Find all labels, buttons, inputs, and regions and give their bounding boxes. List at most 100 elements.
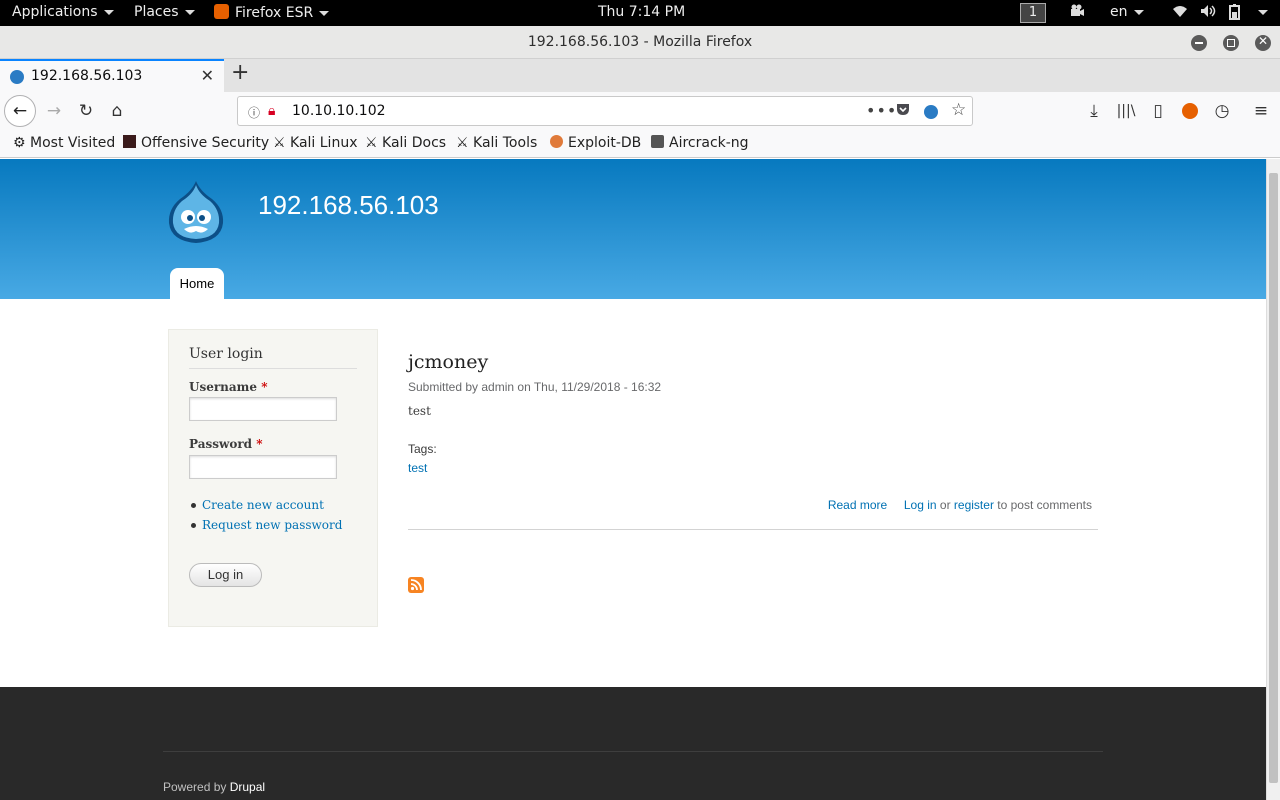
bookmark-label: Kali Linux bbox=[290, 135, 358, 151]
bookmarks-toolbar: ⚙ Most Visited Offensive Security ⚔ Kali… bbox=[0, 130, 1280, 158]
window-title: 192.168.56.103 - Mozilla Firefox bbox=[527, 34, 753, 50]
create-account-link[interactable]: Create new account bbox=[202, 498, 324, 512]
maximize-button[interactable] bbox=[1223, 35, 1239, 51]
bookmark-kali-linux[interactable]: ⚔ Kali Linux bbox=[273, 135, 357, 151]
close-window-button[interactable]: ✕ bbox=[1255, 34, 1271, 51]
bookmark-label: Exploit-DB bbox=[568, 135, 642, 151]
camera-icon[interactable] bbox=[1069, 4, 1085, 22]
aircrack-icon bbox=[651, 135, 664, 148]
insecure-lock-icon[interactable]: 🔒︎ bbox=[268, 103, 275, 119]
url-bar[interactable]: ⓘ 🔒︎ 10.10.10.102 ••• ☆ bbox=[237, 96, 973, 126]
bookmark-label: Aircrack-ng bbox=[669, 135, 749, 151]
sidebar-icon[interactable]: ▯ bbox=[1144, 97, 1172, 125]
or-text: or bbox=[939, 498, 951, 512]
addon-icon[interactable] bbox=[1176, 97, 1204, 125]
tab-active[interactable]: 192.168.56.103 ✕ bbox=[0, 59, 224, 92]
rss-feed-icon[interactable] bbox=[408, 577, 424, 593]
extension-icon[interactable]: ◷ bbox=[1208, 97, 1236, 125]
footer-divider bbox=[163, 751, 1103, 752]
wifi-icon[interactable] bbox=[1172, 4, 1188, 22]
bookmark-kali-docs[interactable]: ⚔ Kali Docs bbox=[365, 135, 446, 151]
bookmark-offensive-security[interactable]: Offensive Security bbox=[123, 135, 269, 151]
log-in-button[interactable]: Log in bbox=[189, 563, 262, 587]
clock[interactable]: Thu 7:14 PM bbox=[598, 4, 685, 20]
kali-dragon-icon: ⚔ bbox=[365, 135, 378, 151]
firefox-app-menu[interactable]: Firefox ESR bbox=[214, 4, 330, 21]
firefox-label: Firefox ESR bbox=[235, 5, 314, 21]
new-tab-button[interactable]: + bbox=[231, 60, 249, 85]
back-button[interactable]: ← bbox=[4, 95, 36, 127]
url-text[interactable]: 10.10.10.102 bbox=[292, 103, 386, 119]
read-more-link[interactable]: Read more bbox=[828, 498, 887, 512]
minimize-button[interactable] bbox=[1191, 35, 1207, 51]
window-titlebar: 192.168.56.103 - Mozilla Firefox ✕ bbox=[0, 26, 1280, 59]
site-header: 192.168.56.103 Home bbox=[0, 159, 1266, 299]
bookmark-label: Kali Docs bbox=[382, 135, 447, 151]
close-tab-icon[interactable]: ✕ bbox=[201, 66, 214, 85]
offensive-security-icon bbox=[123, 135, 136, 148]
gnome-top-bar: Applications Places Firefox ESR Thu 7:14… bbox=[0, 0, 1280, 26]
pocket-icon[interactable] bbox=[896, 103, 910, 120]
password-label-text: Password bbox=[189, 437, 253, 451]
gear-icon: ⚙ bbox=[13, 135, 26, 151]
username-input[interactable] bbox=[189, 397, 337, 421]
bookmark-most-visited[interactable]: ⚙ Most Visited bbox=[13, 135, 115, 151]
required-marker: * bbox=[261, 380, 268, 394]
maximize-icon bbox=[1227, 39, 1235, 47]
info-icon[interactable]: ⓘ bbox=[248, 104, 260, 121]
user-login-block: User login Username * Password * Create … bbox=[168, 329, 378, 627]
navigation-toolbar: ← → ↻ ⌂ ⓘ 🔒︎ 10.10.10.102 ••• ☆ ⤓ |||\ ▯… bbox=[0, 92, 1280, 130]
bullet bbox=[191, 523, 196, 528]
minimize-icon bbox=[1195, 42, 1203, 44]
tag-link[interactable]: test bbox=[408, 461, 427, 475]
log-in-link[interactable]: Log in bbox=[904, 498, 937, 512]
bookmark-star-icon[interactable]: ☆ bbox=[951, 100, 966, 120]
bookmark-aircrack-ng[interactable]: Aircrack-ng bbox=[651, 135, 749, 151]
applications-label: Applications bbox=[12, 4, 98, 20]
bookmark-exploit-db[interactable]: Exploit-DB bbox=[550, 135, 641, 151]
page-scrollbar[interactable] bbox=[1266, 159, 1280, 800]
chevron-down-icon bbox=[184, 9, 195, 15]
language-menu[interactable]: en bbox=[1110, 4, 1144, 20]
page-actions-icon[interactable]: ••• bbox=[866, 101, 897, 120]
chevron-down-icon bbox=[103, 9, 114, 15]
drupal-link[interactable]: Drupal bbox=[230, 780, 265, 794]
library-icon[interactable]: |||\ bbox=[1112, 97, 1140, 125]
reload-button[interactable]: ↻ bbox=[72, 97, 100, 125]
scrollbar-thumb[interactable] bbox=[1269, 173, 1278, 783]
language-label: en bbox=[1110, 4, 1128, 20]
nav-home-tab[interactable]: Home bbox=[170, 268, 224, 299]
close-icon: ✕ bbox=[1257, 34, 1269, 48]
workspace-indicator[interactable]: 1 bbox=[1020, 3, 1046, 23]
article-links: Read more Log in or register to post com… bbox=[828, 498, 1092, 512]
places-label: Places bbox=[134, 4, 179, 20]
register-link[interactable]: register bbox=[954, 498, 994, 512]
applications-menu[interactable]: Applications bbox=[12, 4, 114, 20]
drupal-logo-icon[interactable] bbox=[166, 179, 226, 249]
forward-button[interactable]: → bbox=[40, 97, 68, 125]
login-block-title: User login bbox=[189, 346, 357, 369]
bookmark-label: Most Visited bbox=[30, 135, 116, 151]
required-marker: * bbox=[256, 437, 263, 451]
chevron-down-icon bbox=[319, 10, 330, 16]
divider bbox=[408, 529, 1098, 530]
to-post-comments-text: to post comments bbox=[997, 498, 1092, 512]
drupal-favicon-icon bbox=[10, 70, 24, 84]
download-icon[interactable]: ⤓ bbox=[1080, 97, 1108, 125]
chevron-down-icon bbox=[1133, 9, 1144, 15]
password-input[interactable] bbox=[189, 455, 337, 479]
bookmark-kali-tools[interactable]: ⚔ Kali Tools bbox=[456, 135, 537, 151]
places-menu[interactable]: Places bbox=[134, 4, 195, 20]
site-name[interactable]: 192.168.56.103 bbox=[258, 190, 439, 221]
home-button[interactable]: ⌂ bbox=[103, 97, 131, 125]
volume-icon[interactable] bbox=[1200, 4, 1218, 22]
drupal-reader-icon[interactable] bbox=[924, 105, 938, 119]
request-password-link[interactable]: Request new password bbox=[202, 518, 342, 532]
site-footer: Powered by Drupal bbox=[0, 687, 1266, 800]
menu-icon[interactable]: ≡ bbox=[1247, 97, 1275, 125]
article-title[interactable]: jcmoney bbox=[408, 351, 1098, 373]
system-menu[interactable] bbox=[1252, 4, 1268, 20]
bullet bbox=[191, 503, 196, 508]
kali-dragon-icon: ⚔ bbox=[456, 135, 469, 151]
battery-icon[interactable] bbox=[1228, 4, 1242, 24]
